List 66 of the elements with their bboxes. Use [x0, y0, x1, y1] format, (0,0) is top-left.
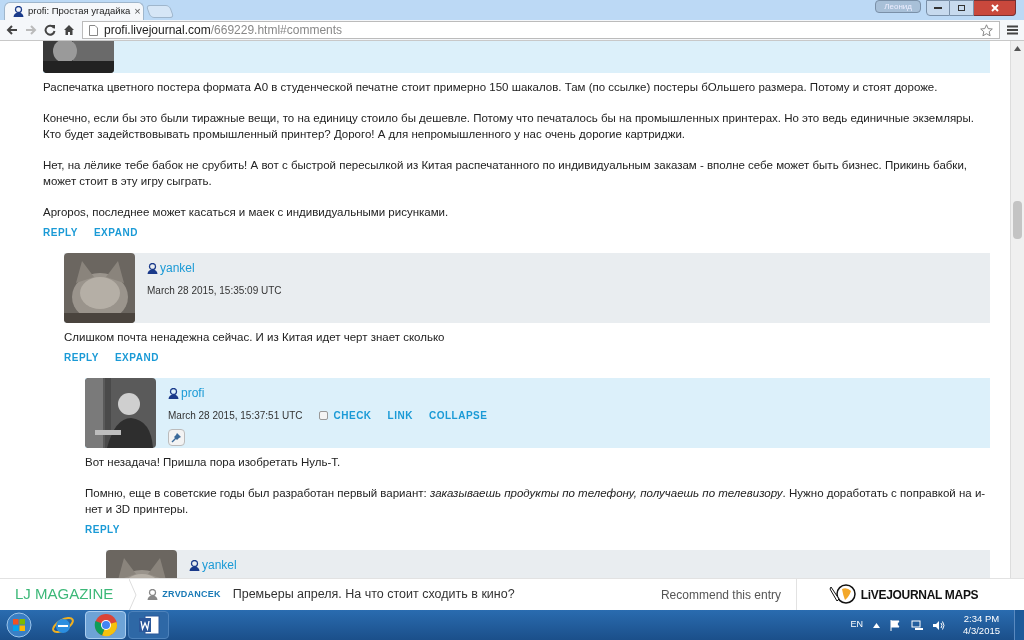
clock-date[interactable]: 4/3/2015	[963, 625, 1000, 637]
comment-text: Конечно, если бы это были тиражные вещи, то на единицу стоило бы дешевле. Потому что печаталось бы на промышленных принтерах. Но это ведь единичные экземляры. Кто будет задействовывать промышленный принтер? Дорого! А для непромышленного у нас очень дорогие картриджи.	[43, 111, 975, 142]
check-link[interactable]: CHECK	[333, 408, 372, 423]
start-button[interactable]	[4, 611, 34, 639]
comment-link[interactable]: LINK	[387, 408, 413, 423]
comment-date: March 28 2015, 15:35:09 UTC	[147, 284, 282, 298]
back-icon[interactable]	[6, 24, 18, 36]
tab-title: profi: Простая угадайка	[28, 4, 131, 19]
home-icon[interactable]	[63, 24, 75, 36]
user-icon	[168, 387, 179, 399]
comment-text: Вот незадача! Пришла пора изобретать Нуль-Т.	[85, 455, 342, 470]
comment-text: Распечатка цветного постера формата А0 в студенческой печатне стоит примерно 150 шакалов. Там (по ссылке) постеры бОльшего размера. Потому и стоят дороже.	[43, 80, 939, 95]
comment-action[interactable]: EXPAND	[93, 225, 138, 240]
language-indicator[interactable]: EN	[850, 618, 863, 632]
magazine-brand[interactable]: LJ MAGAZINE	[0, 583, 130, 606]
close-button[interactable]	[974, 0, 1016, 16]
recommend-link[interactable]: Recommend this entry	[660, 585, 781, 604]
comment-text: Слишком почта ненадежна сейчас. И из Китая идет черт знает сколько	[64, 330, 446, 345]
taskbar-app-button[interactable]	[85, 611, 126, 639]
maximize-button[interactable]	[950, 0, 974, 16]
menu-icon[interactable]	[1007, 25, 1018, 35]
pin-button[interactable]	[168, 429, 185, 446]
comment-action[interactable]: EXPAND	[114, 350, 159, 365]
comment-text: Помню, еще в советские годы был разработан первый вариант: заказываешь продукты по телефону, получаешь по телевизору. Нужно доработать с поправкой на и-нет и 3D принтеры.	[85, 486, 987, 517]
tray-arrow-icon[interactable]	[873, 622, 880, 628]
close-icon	[990, 4, 999, 12]
comment-author[interactable]: yankel	[160, 259, 195, 277]
comment-text: Apropos, последнее может касаться и маек с индивидуальными рисунками.	[43, 205, 450, 220]
comment-action[interactable]: REPLY	[64, 350, 99, 365]
scrollbar[interactable]	[1010, 41, 1024, 578]
comment-action[interactable]: REPLY	[43, 225, 78, 240]
pin-icon	[171, 432, 182, 443]
word-icon	[136, 613, 161, 637]
reload-icon[interactable]	[44, 24, 56, 36]
magazine-headline[interactable]: Премьеры апреля. На что стоит сходить в кино?	[232, 585, 515, 604]
volume-icon[interactable]	[933, 619, 945, 631]
network-icon[interactable]	[911, 619, 923, 631]
magazine-user[interactable]: ZRVDANCEK	[162, 587, 221, 602]
browser-tab[interactable]: profi: Простая угадайка ×	[4, 2, 144, 20]
user-icon	[13, 6, 24, 17]
profile-button[interactable]: Леонид	[875, 0, 921, 13]
windows-logo-icon	[6, 612, 32, 638]
comment-author[interactable]: profi	[181, 384, 205, 402]
address-bar[interactable]: profi.livejournal.com/669229.html#comments	[82, 21, 1000, 39]
page-icon	[89, 24, 98, 36]
comment-text: Нет, на лёлике тебе бабок не срубить! А вот с быстрой пересылкой из Китая распечатанного по индивидуальным заказам - вполне себе может быть бизнес. Прикинь бабки, может стоит в эту игру сыграть.	[43, 158, 969, 189]
user-icon	[147, 262, 158, 274]
comment-link[interactable]: COLLAPSE	[428, 408, 488, 423]
user-icon	[147, 589, 159, 600]
url-text: profi.livejournal.com/669229.html#comments	[104, 22, 343, 39]
bookmark-star-icon[interactable]	[980, 23, 993, 37]
comment-author[interactable]: yankel	[202, 556, 237, 574]
checkbox[interactable]	[318, 411, 328, 420]
taskbar-app-button[interactable]	[128, 611, 169, 639]
comment-action[interactable]: REPLY	[85, 522, 120, 537]
minimize-button[interactable]	[926, 0, 950, 16]
user-icon	[189, 559, 200, 571]
flag-icon[interactable]	[890, 619, 901, 631]
globe-pencil-icon	[828, 582, 857, 607]
maps-logo-text: LiVEJOURNAL MAPS	[860, 586, 979, 604]
clock-time[interactable]: 2:34 PM	[963, 613, 1000, 625]
tab-close-button[interactable]: ×	[134, 3, 141, 20]
comment-date: March 28 2015, 15:37:51 UTC	[168, 409, 303, 423]
scroll-up-icon[interactable]	[1014, 46, 1021, 51]
scrollbar-thumb[interactable]	[1013, 201, 1022, 239]
chrome-icon	[93, 613, 118, 637]
